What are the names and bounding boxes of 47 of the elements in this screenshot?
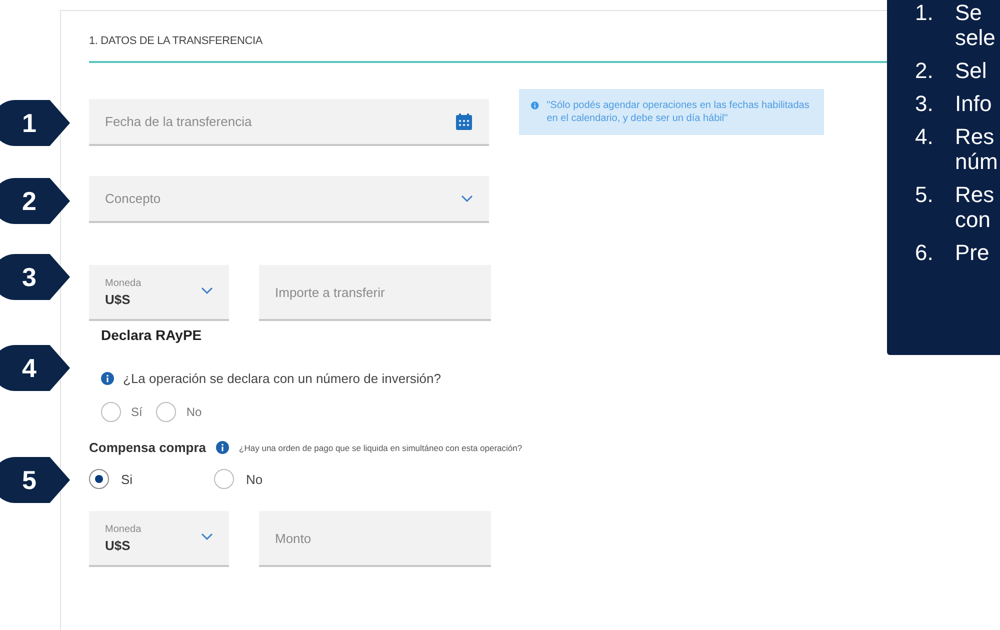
step-text: Sel (955, 58, 987, 83)
step-text: Pre (955, 240, 990, 265)
section-title: 1. DATOS DE LA TRANSFERENCIA (89, 35, 263, 47)
radio-button[interactable] (156, 402, 176, 422)
chevron-icon (201, 533, 213, 541)
info-icon (101, 372, 114, 385)
calendar-icon (455, 112, 473, 130)
question-text: ¿Hay una orden de pago que se liquida en simultáneo con esta operación? (239, 442, 522, 452)
step-number: 4. (915, 124, 934, 151)
step-number: 2. (915, 58, 934, 83)
step-text: Res (955, 182, 994, 207)
step-text: núm (955, 149, 998, 174)
step-text: Se (955, 0, 983, 25)
step-text: sele (955, 25, 996, 50)
chevron-icon (201, 287, 213, 295)
info-icon (531, 99, 539, 112)
amount-field[interactable]: Importe a transferir (259, 265, 491, 321)
radio-option[interactable]: Sí (101, 402, 142, 422)
info-icon (216, 441, 230, 454)
radio-button[interactable] (101, 402, 121, 422)
currency-select[interactable]: Moneda U$S (89, 511, 229, 567)
step-number: 5. (915, 182, 934, 209)
step-number: 3. (915, 91, 934, 116)
date-field[interactable]: Fecha de la transferencia (89, 99, 489, 146)
radio-button[interactable] (89, 469, 109, 489)
step-text: Info (955, 91, 992, 116)
raype-title: Declara RAyPE (101, 326, 203, 345)
step-text: Res (955, 124, 996, 149)
compensa-title: Compensa compra (89, 440, 206, 455)
concept-select[interactable]: Concepto (89, 176, 489, 223)
step-marker: 4 (0, 345, 70, 391)
radio-button[interactable] (214, 469, 234, 489)
step-marker: 5 (0, 457, 70, 503)
step-text: con (955, 207, 992, 232)
question-text: ¿La operación se declara con un número de inversión? (123, 371, 441, 386)
step-marker: 3 (0, 254, 70, 300)
step-marker: 2 (0, 178, 70, 224)
step-number: 6. (915, 240, 934, 265)
step-marker: 1 (0, 100, 70, 146)
radio-option[interactable]: No (156, 402, 202, 422)
step-number: 1. (915, 0, 934, 27)
chevron-icon (461, 194, 473, 202)
amount-field[interactable]: Monto (259, 511, 491, 567)
currency-select[interactable]: Moneda U$S (89, 265, 229, 321)
radio-option[interactable]: Si (89, 469, 214, 489)
info-text: "Sólo podés agendar operaciones en las fechas habilitadas en el calendario, y debe ser un día hábil" (546, 99, 810, 125)
radio-option[interactable]: No (214, 469, 339, 489)
